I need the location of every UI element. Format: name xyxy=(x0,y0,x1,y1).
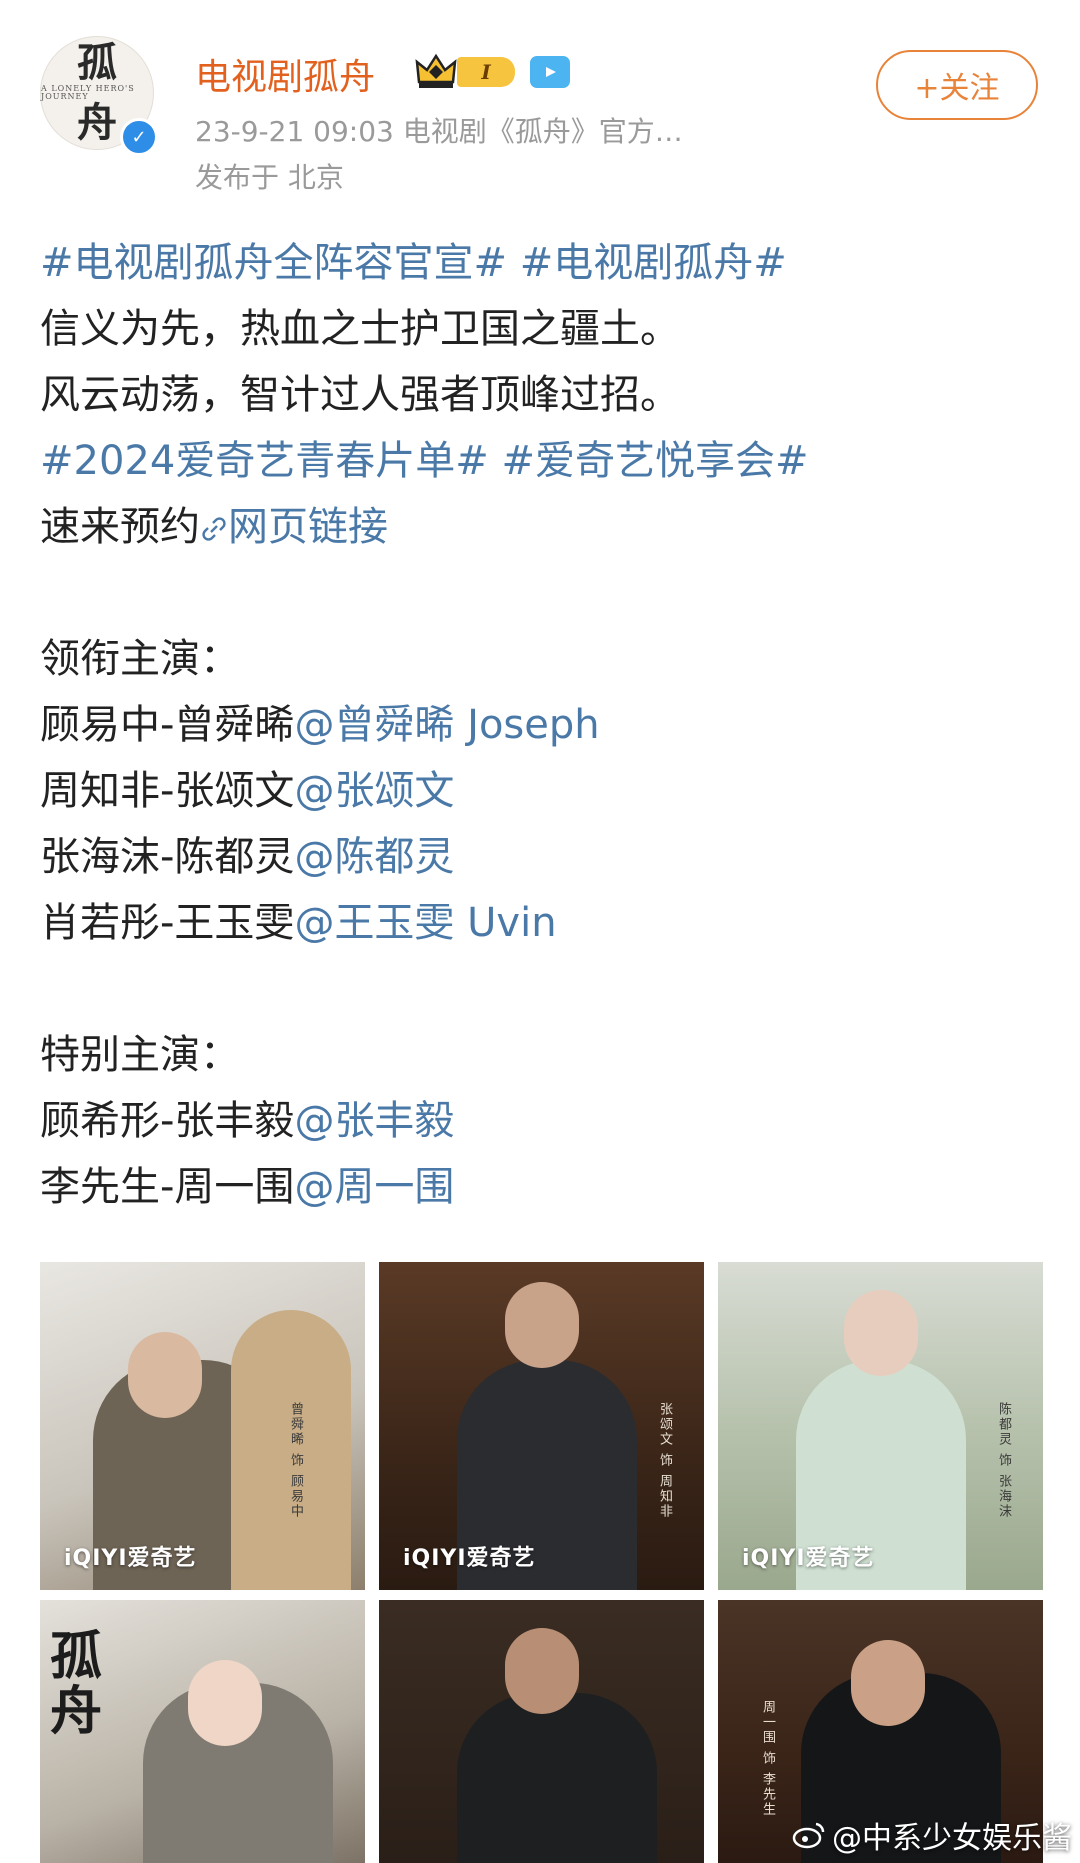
cast-mention[interactable]: @周一围 xyxy=(294,1164,454,1210)
link-icon xyxy=(202,517,226,541)
cast-role: 肖若彤-王玉雯 xyxy=(40,900,295,946)
post-text-line: 风云动荡，智计过人强者顶峰过招。 xyxy=(40,372,680,418)
photo-thumbnail[interactable]: 孤舟 xyxy=(40,1600,365,1863)
cast-role: 顾希形-张丰毅 xyxy=(40,1098,295,1144)
booking-line: 速来预约 网页链接 xyxy=(40,494,1040,560)
cast-mention[interactable]: @王玉雯 Uvin xyxy=(294,900,556,946)
post-body: #电视剧孤舟全阵容官宣# #电视剧孤舟# 信义为先，热血之士护卫国之疆土。 风云… xyxy=(40,230,1040,1220)
cast-line: 李先生-周一围@周一围 xyxy=(40,1154,1040,1220)
special-cast-heading: 特别主演： xyxy=(40,1032,240,1078)
hashtag-line-1[interactable]: #电视剧孤舟全阵容官宣# #电视剧孤舟# xyxy=(40,230,1040,296)
photo-thumbnail[interactable]: 陈都灵 饰 张海沫 iQIYI爱奇艺 xyxy=(718,1262,1043,1590)
cast-mention[interactable]: @曾舜晞 Joseph xyxy=(294,702,599,748)
post-meta: 23-9-21 09:03 电视剧《孤舟》官方… xyxy=(195,115,683,148)
web-link-label: 网页链接 xyxy=(228,504,388,550)
cast-line: 张海沫-陈都灵@陈都灵 xyxy=(40,824,1040,890)
cast-line: 顾希形-张丰毅@张丰毅 xyxy=(40,1088,1040,1154)
web-link[interactable]: 网页链接 xyxy=(200,504,388,550)
cast-role: 张海沫-陈都灵 xyxy=(40,834,295,880)
cast-role: 李先生-周一围 xyxy=(40,1164,295,1210)
cast-line: 周知非-张颂文@张颂文 xyxy=(40,758,1040,824)
post-header: 孤 A LONELY HERO'S JOURNEY 舟 ✓ 电视剧孤舟 I 23… xyxy=(0,0,1080,200)
weibo-icon xyxy=(792,1822,825,1849)
photo-thumbnail[interactable] xyxy=(379,1600,704,1863)
photo-caption: 张颂文 饰 周知非 xyxy=(657,1402,672,1520)
photo-brand: iQIYI爱奇艺 xyxy=(64,1546,197,1571)
photo-grid: 曾舜晞 饰 顾易中 iQIYI爱奇艺 张颂文 饰 周知非 iQIYI爱奇艺 陈都… xyxy=(40,1262,1043,1863)
cast-role: 周知非-张颂文 xyxy=(40,768,295,814)
photo-thumbnail[interactable]: 张颂文 饰 周知非 iQIYI爱奇艺 xyxy=(379,1262,704,1590)
photo-brand: iQIYI爱奇艺 xyxy=(403,1546,536,1571)
photo-caption: 周一围 饰 李先生 xyxy=(760,1700,775,1818)
lead-cast-heading: 领衔主演： xyxy=(40,636,240,682)
verified-icon: ✓ xyxy=(120,118,158,156)
cast-line: 顾易中-曾舜晞@曾舜晞 Joseph xyxy=(40,692,1040,758)
cast-mention[interactable]: @陈都灵 xyxy=(294,834,454,880)
watermark: @中系少女娱乐酱 xyxy=(792,1813,1072,1857)
post-text-line: 信义为先，热血之士护卫国之疆土。 xyxy=(40,306,680,352)
photo-thumbnail[interactable]: 曾舜晞 饰 顾易中 iQIYI爱奇艺 xyxy=(40,1262,365,1590)
video-icon xyxy=(530,56,570,88)
cast-role: 顾易中-曾舜晞 xyxy=(40,702,295,748)
booking-text: 速来预约 xyxy=(40,504,200,550)
crown-icon xyxy=(415,53,457,88)
account-name[interactable]: 电视剧孤舟 xyxy=(195,48,375,100)
poster-title: 孤舟 xyxy=(50,1626,103,1742)
avatar-char-2: 舟 xyxy=(77,99,117,146)
avatar-char-1: 孤 xyxy=(77,39,117,86)
cast-line: 肖若彤-王玉雯@王玉雯 Uvin xyxy=(40,890,1040,956)
photo-brand: iQIYI爱奇艺 xyxy=(742,1546,875,1571)
photo-caption: 曾舜晞 饰 顾易中 xyxy=(288,1402,303,1520)
photo-caption: 陈都灵 饰 张海沫 xyxy=(996,1402,1011,1520)
follow-button[interactable]: +关注 xyxy=(876,50,1038,120)
post-location: 发布于 北京 xyxy=(195,161,344,194)
hashtag-line-2[interactable]: #2024爱奇艺青春片单# #爱奇艺悦享会# xyxy=(40,428,1040,494)
watermark-text: @中系少女娱乐酱 xyxy=(832,1821,1072,1856)
cast-mention[interactable]: @张颂文 xyxy=(294,768,454,814)
level-badge: I xyxy=(457,57,515,87)
cast-mention[interactable]: @张丰毅 xyxy=(294,1098,454,1144)
